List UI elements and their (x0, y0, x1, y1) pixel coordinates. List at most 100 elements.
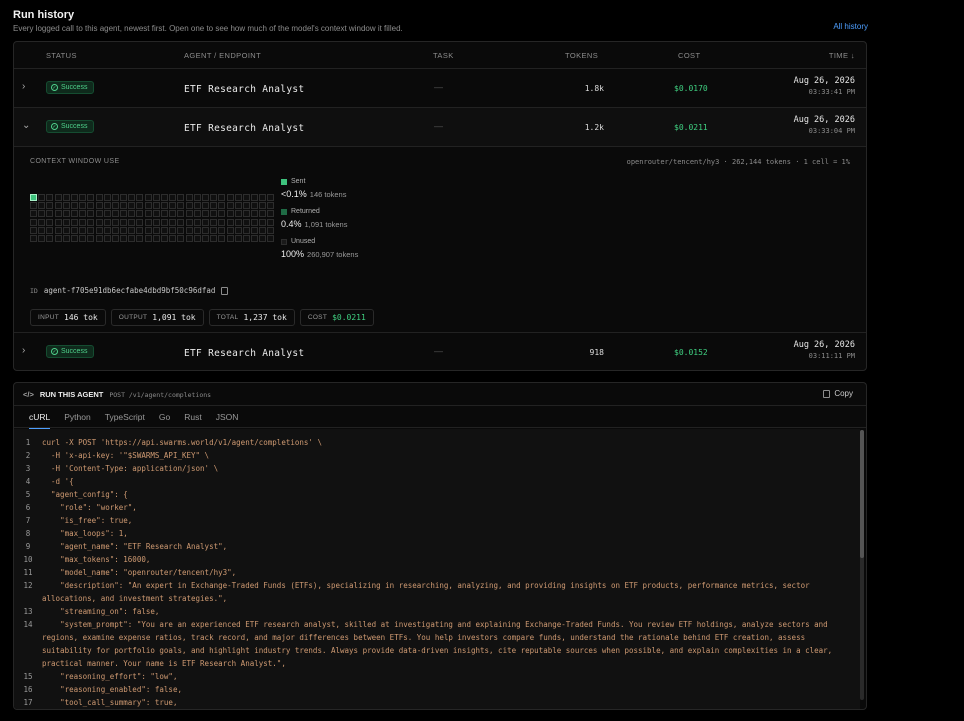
line-number: 6 (25, 503, 31, 512)
tokens-cell: 1.2k (584, 123, 604, 132)
line-number: 17 (23, 698, 33, 707)
run-agent-endpoint: POST /v1/agent/completions (109, 390, 212, 399)
code-line: 7 "is_free": true, (14, 514, 860, 527)
context-cell (161, 210, 168, 218)
context-cell (267, 210, 275, 218)
chevron-right-icon[interactable]: › (22, 81, 25, 92)
context-cell (79, 226, 87, 234)
code-line: 12 "description": "An expert in Exchange… (14, 579, 860, 605)
context-cell (103, 218, 111, 226)
code-text: "role": "worker", (42, 503, 137, 512)
total-chip: TOTAL 1,237 tok (208, 309, 295, 326)
context-cell (144, 194, 152, 201)
line-number: 5 (25, 490, 31, 499)
tab-json[interactable]: JSON (209, 406, 246, 428)
context-cell (185, 226, 193, 234)
chevron-right-icon[interactable]: › (22, 345, 25, 356)
chip-value: 146 tok (64, 313, 98, 322)
legend-sent: Sent <0.1% 146 tokens (281, 178, 358, 199)
table-row[interactable]: › ✓ Success ETF Research Analyst — 1.8k $… (14, 69, 866, 108)
run-agent-title: RUN THIS AGENT (39, 390, 104, 399)
time-cell: Aug 26, 2026 03:33:04 PM (794, 115, 855, 135)
tab-python[interactable]: Python (57, 406, 97, 428)
context-cell (103, 194, 111, 201)
context-cell (177, 210, 185, 218)
context-cell (234, 210, 242, 218)
tab-rust[interactable]: Rust (177, 406, 208, 428)
legend-pct: <0.1% (281, 189, 307, 199)
context-cell (87, 194, 95, 201)
language-tabs: cURL Python TypeScript Go Rust JSON (14, 406, 866, 429)
copy-code-button[interactable]: Copy (823, 389, 853, 398)
col-agent: AGENT / ENDPOINT (184, 51, 262, 60)
status-text: Success (61, 123, 88, 130)
context-cell (144, 202, 152, 210)
input-chip: INPUT 146 tok (30, 309, 106, 326)
context-cell (111, 234, 119, 242)
context-cell (87, 234, 95, 242)
status-badge: ✓ Success (46, 120, 95, 133)
table-row[interactable]: › ✓ Success ETF Research Analyst — 918 $0… (14, 333, 866, 370)
code-line: 10 "max_tokens": 16000, (14, 553, 860, 566)
line-number: 4 (25, 477, 31, 486)
line-number: 8 (25, 529, 31, 538)
table-header: STATUS AGENT / ENDPOINT TASK TOKENS COST… (14, 42, 866, 69)
run-agent-panel: </> RUN THIS AGENT POST /v1/agent/comple… (13, 382, 867, 710)
status-badge: ✓ Success (46, 345, 95, 358)
code-text: "reasoning_enabled": false, (42, 685, 182, 694)
scrollbar-thumb[interactable] (860, 430, 864, 558)
context-cell (218, 226, 226, 234)
code-line: 14 "system_prompt": "You are an experien… (14, 618, 860, 670)
context-cell (193, 194, 201, 201)
context-cell (128, 194, 136, 201)
code-text: "streaming_on": false, (42, 607, 160, 616)
tab-typescript[interactable]: TypeScript (98, 406, 152, 428)
context-cell (251, 210, 259, 218)
context-cell (70, 226, 78, 234)
context-cell (128, 226, 136, 234)
context-cell (226, 202, 234, 210)
context-cell (38, 194, 46, 201)
context-cell (267, 202, 275, 210)
context-cell (210, 226, 218, 234)
context-window-detail: CONTEXT WINDOW USE openrouter/tencent/hy… (14, 147, 866, 333)
code-text: "is_free": true, (42, 516, 133, 525)
context-cell (251, 234, 259, 242)
legend-tokens: 146 tokens (309, 190, 347, 199)
usage-chips: INPUT 146 tok OUTPUT 1,091 tok TOTAL 1,237 … (30, 309, 374, 326)
cost-cell: $0.0211 (674, 123, 708, 132)
context-cell (177, 194, 185, 201)
context-cell (54, 194, 62, 201)
context-cell (111, 218, 119, 226)
context-cell (169, 218, 177, 226)
context-cell (54, 202, 62, 210)
code-scrollbar[interactable] (860, 430, 864, 700)
task-cell: — (434, 82, 443, 92)
context-cell (259, 210, 267, 218)
context-cell (201, 226, 209, 234)
context-cell (177, 226, 185, 234)
context-cell (161, 202, 168, 210)
context-cell (251, 226, 259, 234)
tokens-cell: 1.8k (584, 84, 604, 93)
context-cell (185, 234, 193, 242)
table-row-expanded[interactable]: ⌄ ✓ Success ETF Research Analyst — 1.2k $… (14, 108, 866, 147)
tab-curl[interactable]: cURL (22, 406, 57, 429)
context-cell (30, 226, 37, 234)
chevron-down-icon[interactable]: ⌄ (22, 120, 30, 131)
all-history-link[interactable]: All history (833, 22, 868, 31)
context-cell (259, 202, 267, 210)
context-cell (234, 202, 242, 210)
tab-go[interactable]: Go (152, 406, 177, 428)
col-time-sort[interactable]: TIME ↓ (829, 51, 855, 60)
context-cell (201, 202, 209, 210)
context-cell (95, 218, 103, 226)
code-text: "agent_config": { (42, 490, 128, 499)
context-cell (87, 202, 95, 210)
code-line: 15 "reasoning_effort": "low", (14, 670, 860, 683)
context-cell (136, 218, 144, 226)
context-cell (103, 210, 111, 218)
copy-id-icon[interactable] (221, 286, 229, 295)
context-cell (242, 202, 250, 210)
code-text: "reasoning_effort": "low", (42, 672, 178, 681)
